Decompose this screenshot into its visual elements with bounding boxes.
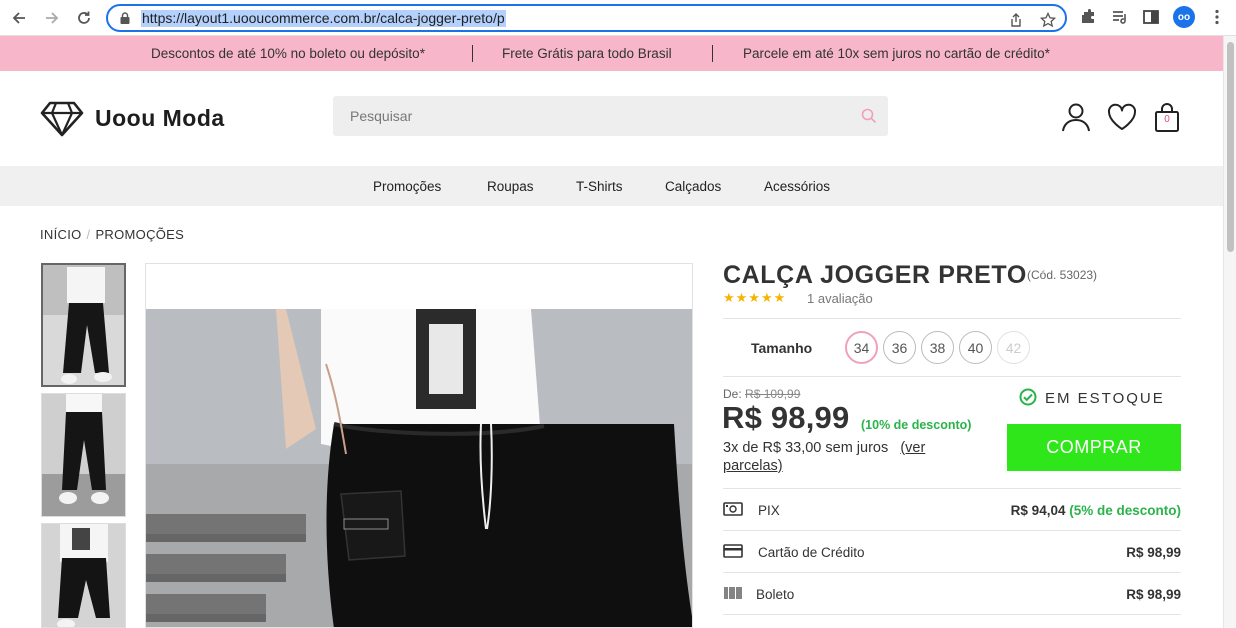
profile-avatar[interactable]: oo: [1173, 6, 1195, 28]
search-input[interactable]: [333, 96, 843, 136]
forward-button[interactable]: [40, 6, 64, 30]
arrow-left-icon: [12, 12, 25, 24]
rating-stars: ★★★★★: [723, 290, 787, 305]
cart-count-badge: 0: [1164, 114, 1170, 125]
nav-item-promocoes[interactable]: Promoções: [373, 179, 441, 194]
product-photo: [146, 264, 692, 627]
product-title: CALÇA JOGGER PRETO: [723, 261, 1027, 289]
address-bar[interactable]: https://layout1.uooucommerce.com.br/calc…: [106, 4, 1067, 32]
arrow-right-icon: [46, 12, 59, 24]
page-scrollbar[interactable]: [1223, 36, 1236, 628]
payment-value: R$ 98,99: [1126, 587, 1181, 602]
review-count-link[interactable]: 1 avaliação: [807, 291, 873, 306]
product-thumbnail[interactable]: [41, 393, 126, 517]
thumbnail-image: [42, 524, 125, 627]
share-icon[interactable]: [1008, 12, 1024, 28]
diamond-logo-icon[interactable]: [40, 101, 84, 137]
category-nav: Promoções Roupas T-Shirts Calçados Acess…: [0, 166, 1223, 206]
logo-text[interactable]: Uoou Moda: [95, 105, 225, 132]
promo-divider: [712, 45, 713, 62]
payment-row-boleto: Boleto R$ 98,99: [723, 573, 1181, 615]
search-icon[interactable]: [861, 108, 877, 124]
payment-label: Boleto: [756, 587, 795, 602]
payment-amount: R$ 94,04: [1010, 503, 1066, 518]
breadcrumb-item-inicio[interactable]: INÍCIO: [40, 227, 82, 242]
credit-card-icon: [723, 544, 743, 558]
product-main-image[interactable]: [145, 263, 693, 628]
product-code: (Cód. 53023): [1027, 268, 1098, 282]
payment-row-card: Cartão de Crédito R$ 98,99: [723, 531, 1181, 573]
payment-value: R$ 98,99: [1126, 545, 1181, 560]
bookmark-star-icon[interactable]: [1040, 12, 1056, 28]
reload-icon: [78, 11, 90, 24]
side-panel-icon[interactable]: [1142, 8, 1160, 26]
divider: [723, 376, 1181, 377]
promo-item-discount: Descontos de até 10% no boleto ou depósi…: [151, 46, 425, 61]
payment-discount: (5% de desconto): [1069, 503, 1181, 518]
pix-icon: [723, 502, 743, 516]
scrollbar-thumb[interactable]: [1227, 42, 1234, 252]
payment-label: PIX: [758, 503, 780, 518]
from-label: De:: [723, 387, 742, 401]
breadcrumb: INÍCIO / PROMOÇÕES: [40, 227, 184, 242]
size-option-36[interactable]: 36: [883, 331, 916, 364]
size-option-40[interactable]: 40: [959, 331, 992, 364]
promo-item-shipping: Frete Grátis para todo Brasil: [502, 46, 672, 61]
promo-bar: Descontos de até 10% no boleto ou depósi…: [0, 36, 1223, 71]
size-label: Tamanho: [751, 340, 813, 356]
breadcrumb-item-promocoes[interactable]: PROMOÇÕES: [95, 227, 184, 242]
size-option-38[interactable]: 38: [921, 331, 954, 364]
thumbnail-image: [42, 394, 125, 516]
buy-button[interactable]: COMPRAR: [1007, 424, 1181, 471]
old-price: R$ 109,99: [745, 387, 801, 401]
nav-item-calcados[interactable]: Calçados: [665, 179, 721, 194]
check-circle-icon: [1019, 388, 1037, 406]
breadcrumb-separator: /: [86, 227, 91, 242]
lock-icon: [120, 12, 130, 24]
nav-item-tshirts[interactable]: T-Shirts: [576, 179, 623, 194]
reload-button[interactable]: [72, 6, 96, 30]
search-box: [333, 96, 888, 136]
promo-item-installments: Parcele em até 10x sem juros no cartão d…: [743, 46, 1050, 61]
product-thumbnail[interactable]: [41, 263, 126, 387]
more-menu-icon[interactable]: [1208, 8, 1226, 26]
thumbnail-image: [43, 265, 124, 385]
nav-item-roupas[interactable]: Roupas: [487, 179, 534, 194]
barcode-icon: [724, 587, 742, 599]
product-thumbnail[interactable]: [41, 523, 126, 628]
nav-item-acessorios[interactable]: Acessórios: [764, 179, 830, 194]
discount-badge: (10% de desconto): [861, 418, 972, 432]
user-account-icon[interactable]: [1061, 102, 1091, 132]
installments-info: 3x de R$ 33,00 sem juros (ver parcelas): [723, 439, 953, 475]
media-queue-icon[interactable]: [1111, 8, 1129, 26]
stock-status: EM ESTOQUE: [1045, 390, 1165, 407]
payment-row-pix: PIX R$ 94,04 (5% de desconto): [723, 489, 1181, 531]
installments-text: 3x de R$ 33,00 sem juros: [723, 440, 889, 456]
url-text[interactable]: https://layout1.uooucommerce.com.br/calc…: [141, 10, 506, 27]
wishlist-heart-icon[interactable]: [1107, 103, 1137, 131]
back-button[interactable]: [7, 6, 31, 30]
old-price-row: De: R$ 109,99: [723, 387, 800, 401]
divider: [723, 318, 1181, 319]
current-price: R$ 98,99: [722, 400, 850, 435]
site-header: Uoou Moda 0: [0, 71, 1223, 166]
size-option-34[interactable]: 34: [845, 331, 878, 364]
extensions-icon[interactable]: [1079, 8, 1097, 26]
size-option-42[interactable]: 42: [997, 331, 1030, 364]
payment-value: R$ 94,04 (5% de desconto): [1011, 503, 1181, 518]
promo-divider: [472, 45, 473, 62]
browser-toolbar: https://layout1.uooucommerce.com.br/calc…: [0, 0, 1236, 36]
payment-label: Cartão de Crédito: [758, 545, 865, 560]
